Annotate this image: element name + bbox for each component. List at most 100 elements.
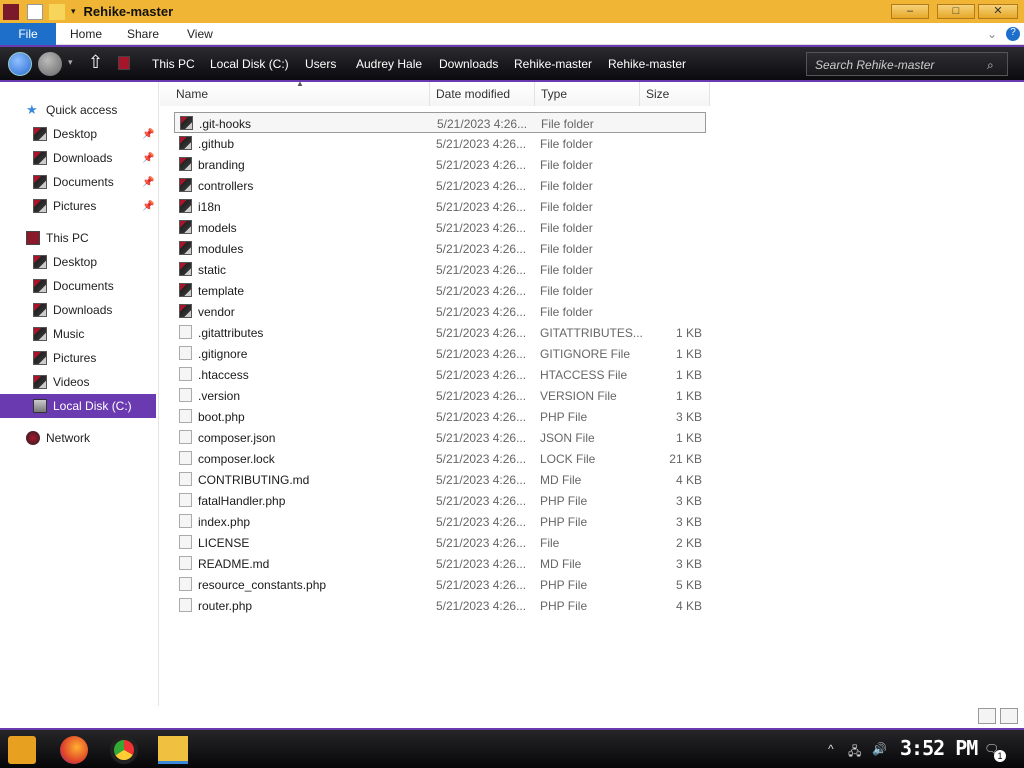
details-view-icon[interactable] (978, 708, 996, 724)
large-icons-view-icon[interactable] (1000, 708, 1018, 724)
minimize-button[interactable]: – (891, 4, 929, 19)
pin-icon[interactable]: 📌 (142, 201, 154, 212)
column-header-name[interactable]: Name (160, 82, 430, 106)
file-row[interactable]: composer.lock 5/21/2023 4:26... LOCK File 2… (174, 448, 706, 469)
file-row[interactable]: index.php 5/21/2023 4:26... PHP File 3 KB (174, 511, 706, 532)
sidebar-item-network[interactable]: Network (26, 427, 182, 449)
folder-row[interactable]: controllers 5/21/2023 4:26... File folder (174, 175, 706, 196)
file-date: 5/21/2023 4:26... (436, 557, 527, 571)
folder-row[interactable]: models 5/21/2023 4:26... File folder (174, 217, 706, 238)
up-arrow-icon[interactable]: ⇧ (88, 52, 103, 73)
back-button[interactable] (8, 52, 32, 76)
file-date: 5/21/2023 4:26... (436, 494, 527, 508)
file-row[interactable]: .htaccess 5/21/2023 4:26... HTACCESS File 1… (174, 364, 706, 385)
folder-row[interactable]: static 5/21/2023 4:26... File folder (174, 259, 706, 280)
file-row[interactable]: LICENSE 5/21/2023 4:26... File 2 KB (174, 532, 706, 553)
breadcrumb-local-disk[interactable]: Local Disk (C:) (210, 57, 289, 71)
network-tray-icon[interactable]: 🖧 (848, 742, 861, 763)
column-header-size[interactable]: Size (640, 82, 710, 106)
file-row[interactable]: router.php 5/21/2023 4:26... PHP File 4 KB (174, 595, 706, 616)
downloads-icon (33, 151, 47, 165)
sidebar-item-quick-access[interactable]: ★ Quick access (26, 99, 182, 121)
file-name: composer.lock (198, 452, 275, 466)
properties-icon[interactable] (27, 3, 43, 20)
file-icon (179, 556, 192, 570)
sidebar-label: Pictures (53, 351, 97, 365)
qat-dropdown-icon[interactable]: ▾ (71, 6, 76, 17)
file-row[interactable]: resource_constants.php 5/21/2023 4:26... P… (174, 574, 706, 595)
file-row[interactable]: composer.json 5/21/2023 4:26... JSON File 1… (174, 427, 706, 448)
file-icon (179, 325, 192, 339)
folder-row[interactable]: .github 5/21/2023 4:26... File folder (174, 133, 706, 154)
tab-home[interactable]: Home (70, 23, 102, 45)
sort-ascending-icon: ▲ (296, 79, 304, 88)
recent-locations-icon[interactable]: ▾ (68, 57, 73, 68)
breadcrumb-users[interactable]: Users (305, 57, 336, 71)
help-icon[interactable]: ? (1006, 27, 1020, 41)
close-button[interactable]: ✕ (978, 4, 1018, 19)
file-name: CONTRIBUTING.md (198, 473, 310, 487)
column-header-type[interactable]: Type (535, 82, 640, 106)
file-row[interactable]: boot.php 5/21/2023 4:26... PHP File 3 KB (174, 406, 706, 427)
forward-button[interactable] (38, 52, 62, 76)
sidebar-label: Network (46, 431, 91, 445)
breadcrumb-this-pc[interactable]: This PC (152, 57, 195, 71)
file-size: 3 KB (675, 410, 702, 424)
file-date: 5/21/2023 4:26... (436, 284, 527, 298)
firefox-icon[interactable] (60, 736, 88, 764)
file-explorer-icon[interactable] (158, 736, 188, 764)
file-date: 5/21/2023 4:26... (436, 389, 527, 403)
breadcrumb-rehike-master[interactable]: Rehike-master (514, 57, 592, 71)
pin-icon[interactable]: 📌 (142, 177, 154, 188)
file-row[interactable]: .version 5/21/2023 4:26... VERSION File 1 K… (174, 385, 706, 406)
sidebar-label: This PC (46, 231, 89, 245)
tab-file[interactable]: File (0, 23, 56, 45)
file-type: MD File (540, 557, 582, 571)
breadcrumb-rehike-master-inner[interactable]: Rehike-master (608, 57, 686, 71)
file-size: 2 KB (675, 536, 702, 550)
folder-row[interactable]: i18n 5/21/2023 4:26... File folder (174, 196, 706, 217)
folder-row[interactable]: .git-hooks 5/21/2023 4:26... File folder (174, 112, 706, 133)
tab-view[interactable]: View (187, 23, 213, 45)
new-folder-icon[interactable] (49, 3, 65, 20)
file-type: GITATTRIBUTES... (540, 326, 643, 340)
ribbon-expand-icon[interactable]: ⌄ (987, 23, 997, 45)
file-icon (179, 451, 192, 465)
tab-share[interactable]: Share (127, 23, 159, 45)
volume-icon[interactable]: 🔊 (872, 742, 887, 756)
file-date: 5/21/2023 4:26... (436, 179, 527, 193)
folder-row[interactable]: vendor 5/21/2023 4:26... File folder (174, 301, 706, 322)
clock[interactable]: 3:52 PM (900, 736, 978, 760)
folder-row[interactable]: template 5/21/2023 4:26... File folder (174, 280, 706, 301)
file-icon (179, 493, 192, 507)
folder-icon (179, 199, 192, 213)
column-header-date[interactable]: Date modified (430, 82, 535, 106)
folder-row[interactable]: modules 5/21/2023 4:26... File folder (174, 238, 706, 259)
file-name: template (198, 284, 245, 298)
search-icon[interactable]: ⌕ (987, 58, 994, 73)
show-hidden-icons-icon[interactable]: ^ (828, 742, 834, 756)
file-row[interactable]: CONTRIBUTING.md 5/21/2023 4:26... MD File 4… (174, 469, 706, 490)
sidebar-item-this-pc[interactable]: This PC (26, 227, 182, 249)
file-type: File folder (541, 117, 594, 131)
search-input[interactable]: Search Rehike-master (806, 52, 1008, 76)
maximize-button[interactable]: □ (937, 4, 975, 19)
file-date: 5/21/2023 4:26... (436, 599, 527, 613)
file-size: 5 KB (675, 578, 702, 592)
pin-icon[interactable]: 📌 (142, 129, 154, 140)
file-row[interactable]: .gitattributes 5/21/2023 4:26... GITATTRIB… (174, 322, 706, 343)
file-row[interactable]: fatalHandler.php 5/21/2023 4:26... PHP Fil… (174, 490, 706, 511)
breadcrumb-downloads[interactable]: Downloads (439, 57, 498, 71)
folder-row[interactable]: branding 5/21/2023 4:26... File folder (174, 154, 706, 175)
file-row[interactable]: .gitignore 5/21/2023 4:26... GITIGNORE Fil… (174, 343, 706, 364)
file-type: PHP File (540, 515, 588, 529)
file-row[interactable]: README.md 5/21/2023 4:26... MD File 3 KB (174, 553, 706, 574)
sidebar-label: Desktop (53, 127, 98, 141)
pin-icon[interactable]: 📌 (142, 153, 154, 164)
file-name: .gitattributes (198, 326, 264, 340)
sidebar-item-local-disk[interactable]: Local Disk (C:) (0, 394, 156, 418)
sidebar-label: Downloads (53, 151, 113, 165)
breadcrumb-audrey-hale[interactable]: Audrey Hale (356, 57, 422, 71)
chrome-icon[interactable] (110, 736, 138, 764)
start-button-icon[interactable] (8, 736, 36, 764)
